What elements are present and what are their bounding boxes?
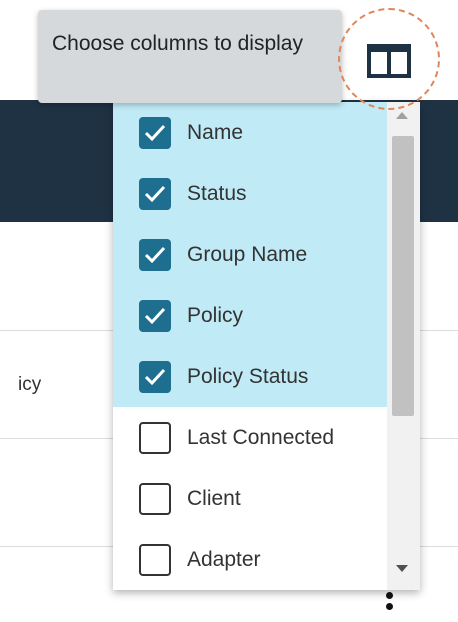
column-option-label: Last Connected [187, 425, 335, 449]
columns-icon [367, 44, 411, 78]
column-option[interactable]: Client [113, 468, 387, 529]
column-option-label: Policy [187, 303, 244, 327]
column-option-label: Policy Status [187, 364, 309, 388]
scrollbar[interactable] [387, 102, 420, 590]
column-option-label: Adapter [187, 547, 261, 571]
column-list: Name Status Group Name Policy Policy Sta… [113, 102, 387, 590]
more-options-icon[interactable] [384, 592, 394, 614]
checkmark-icon [144, 307, 166, 324]
checkmark-icon [144, 124, 166, 141]
column-option[interactable]: Policy [113, 285, 387, 346]
table-cell-text: icy [18, 374, 42, 395]
checkbox-checked[interactable] [139, 360, 171, 393]
column-option-label: Name [187, 120, 244, 144]
column-option[interactable]: Status [113, 163, 387, 224]
scroll-up-arrow-icon[interactable] [396, 112, 408, 119]
column-option[interactable]: Last Connected [113, 407, 387, 468]
tooltip: Choose columns to display [38, 10, 342, 103]
column-option-label: Group Name [187, 242, 308, 266]
scrollbar-thumb[interactable] [392, 136, 414, 416]
column-option[interactable]: Name [113, 102, 387, 163]
checkbox-unchecked[interactable] [139, 482, 171, 515]
checkmark-icon [144, 246, 166, 263]
checkbox-unchecked[interactable] [139, 543, 171, 576]
column-option-label: Status [187, 181, 247, 205]
checkmark-icon [144, 185, 166, 202]
checkbox-checked[interactable] [139, 299, 171, 332]
column-option[interactable]: Adapter [113, 529, 387, 590]
column-option[interactable]: Group Name [113, 224, 387, 285]
checkbox-unchecked[interactable] [139, 421, 171, 454]
checkbox-checked[interactable] [139, 116, 171, 149]
scroll-down-arrow-icon[interactable] [396, 565, 408, 572]
column-option-label: Client [187, 486, 241, 510]
column-chooser-dropdown: Name Status Group Name Policy Policy Sta… [113, 102, 420, 590]
column-option[interactable]: Policy Status [113, 346, 387, 407]
checkmark-icon [144, 368, 166, 385]
checkbox-checked[interactable] [139, 238, 171, 271]
checkbox-checked[interactable] [139, 177, 171, 210]
columns-button[interactable] [338, 8, 440, 110]
